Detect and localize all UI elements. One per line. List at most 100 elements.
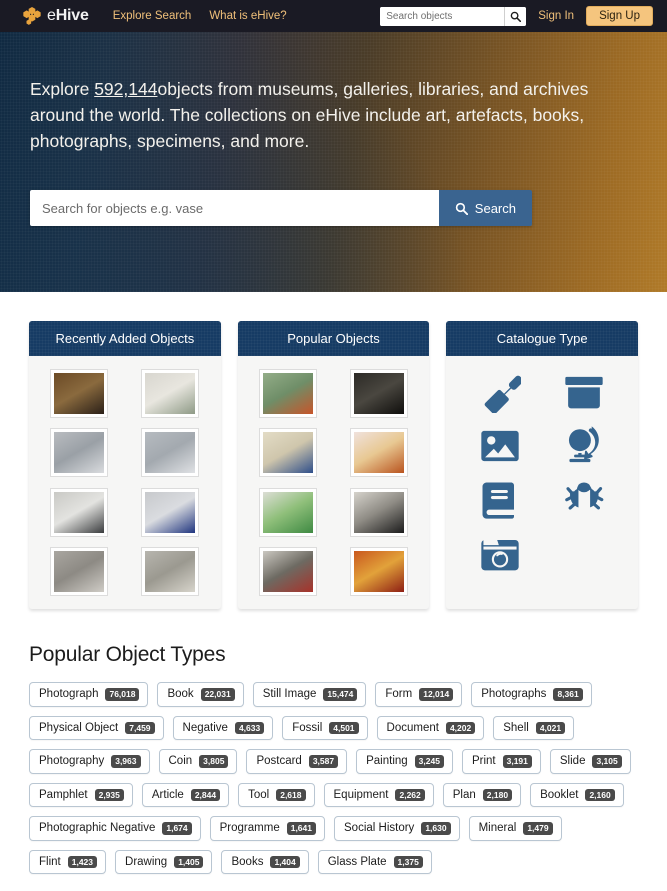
- object-type-tag-count: 4,202: [445, 721, 476, 734]
- object-type-tag-label: Form: [385, 688, 413, 701]
- object-type-tag-label: Slide: [559, 755, 586, 768]
- ehive-logo[interactable]: eHive: [22, 6, 89, 26]
- object-type-tag[interactable]: Shell 4,021: [493, 715, 575, 740]
- object-type-tag[interactable]: Books 1,404: [221, 849, 309, 874]
- object-type-tag[interactable]: Painting 3,245: [356, 749, 453, 774]
- object-type-tag[interactable]: Article 2,844: [141, 782, 230, 807]
- hero-search-input[interactable]: [30, 190, 439, 226]
- card-title-catalogue-type: Catalogue Type: [446, 321, 639, 356]
- object-type-tag-count: 3,245: [414, 755, 444, 768]
- globe-icon[interactable]: [562, 424, 606, 468]
- object-type-tag-label: Drawing: [125, 855, 168, 868]
- object-type-tag-label: Booklet: [540, 788, 579, 801]
- object-type-tag[interactable]: Physical Object 7,459: [29, 715, 164, 740]
- object-type-tag[interactable]: Photography 3,963: [29, 749, 150, 774]
- object-type-tag-count: 1,423: [67, 855, 98, 868]
- object-type-tag-label: Postcard: [256, 755, 302, 768]
- archive-box-icon-glyph: [565, 376, 603, 409]
- sign-in-link[interactable]: Sign In: [538, 10, 574, 22]
- object-type-tag[interactable]: Document 4,202: [376, 715, 485, 740]
- header-search-input[interactable]: [380, 6, 505, 26]
- book-icon[interactable]: [478, 478, 522, 522]
- recently-added-thumbnail-grid: [29, 356, 221, 609]
- object-thumbnail[interactable]: [350, 370, 407, 418]
- object-type-tag[interactable]: Photograph 76,018: [29, 682, 149, 707]
- object-type-tag[interactable]: Photographs 8,361: [471, 682, 592, 707]
- object-type-tag-label: Print: [471, 755, 496, 768]
- object-type-tag[interactable]: Still Image 15,474: [252, 682, 367, 707]
- photo-image-icon[interactable]: [478, 424, 522, 468]
- insect-bug-icon[interactable]: [562, 478, 606, 522]
- object-type-tag[interactable]: Pamphlet 2,935: [29, 782, 133, 807]
- trowel-icon[interactable]: [478, 370, 522, 414]
- book-icon-glyph: [482, 482, 515, 519]
- object-type-tag[interactable]: Postcard 3,587: [246, 749, 348, 774]
- object-type-tag[interactable]: Negative 4,633: [172, 715, 274, 740]
- object-type-tag-label: Document: [386, 721, 439, 734]
- object-type-tag[interactable]: Plan 2,180: [442, 782, 522, 807]
- catalogue-type-icon-grid: [446, 356, 638, 609]
- object-type-tag[interactable]: Print 3,191: [461, 749, 541, 774]
- object-type-tag[interactable]: Mineral 1,479: [468, 816, 562, 841]
- object-type-tag[interactable]: Photographic Negative 1,674: [29, 816, 201, 841]
- object-type-tag[interactable]: Equipment 2,262: [323, 782, 434, 807]
- object-thumbnail[interactable]: [260, 547, 317, 595]
- object-type-tag[interactable]: Tool 2,618: [238, 782, 315, 807]
- archive-box-icon[interactable]: [562, 370, 606, 414]
- object-type-tag-count: 2,618: [276, 788, 306, 801]
- object-thumbnail[interactable]: [51, 370, 108, 418]
- object-thumbnail[interactable]: [51, 429, 108, 477]
- object-type-tag[interactable]: Form 12,014: [375, 682, 463, 707]
- object-thumbnail[interactable]: [260, 370, 317, 418]
- object-thumbnail[interactable]: [142, 370, 199, 418]
- object-type-tag[interactable]: Booklet 2,160: [530, 782, 624, 807]
- object-thumbnail[interactable]: [350, 547, 407, 595]
- object-thumbnail[interactable]: [51, 488, 108, 536]
- object-type-tag-label: Book: [167, 688, 194, 701]
- header-search-button[interactable]: [504, 6, 527, 26]
- object-type-tag-label: Tool: [248, 788, 270, 801]
- object-thumbnail[interactable]: [350, 429, 407, 477]
- hero-search-button-label: Search: [474, 200, 516, 216]
- object-type-tag-count: 3,805: [199, 755, 229, 768]
- object-type-tag[interactable]: Fossil 4,501: [282, 715, 368, 740]
- object-type-tag-count: 2,935: [94, 788, 124, 801]
- object-thumbnail[interactable]: [142, 547, 199, 595]
- object-type-tag-label: Photography: [39, 755, 105, 768]
- object-type-tag[interactable]: Flint 1,423: [29, 849, 107, 874]
- globe-icon-glyph: [569, 426, 599, 463]
- hero-search-button[interactable]: Search: [438, 190, 532, 226]
- object-type-tag[interactable]: Social History 1,630: [334, 816, 460, 841]
- insect-bug-icon-glyph: [565, 482, 604, 510]
- object-type-tag[interactable]: Programme 1,641: [209, 816, 325, 841]
- nav-link-explore-search[interactable]: Explore Search: [113, 10, 192, 22]
- object-type-tag-count: 15,474: [323, 688, 358, 701]
- object-thumbnail[interactable]: [142, 429, 199, 477]
- object-type-tag-label: Coin: [168, 755, 193, 768]
- nav-link-what-is-ehive[interactable]: What is eHive?: [209, 10, 286, 22]
- object-thumbnail[interactable]: [260, 429, 317, 477]
- sign-up-button[interactable]: Sign Up: [586, 6, 653, 26]
- card-title-recently-added: Recently Added Objects: [29, 321, 221, 356]
- object-type-tag-count: 2,844: [190, 788, 221, 801]
- object-type-tag[interactable]: Coin 3,805: [158, 749, 238, 774]
- object-thumbnail[interactable]: [260, 488, 317, 536]
- camera-icon[interactable]: [478, 532, 522, 576]
- object-thumbnail[interactable]: [51, 547, 108, 595]
- search-icon: [510, 11, 522, 22]
- object-type-tag-count: 4,021: [535, 721, 566, 734]
- object-thumbnail[interactable]: [350, 488, 407, 536]
- object-type-tag-label: Flint: [39, 855, 61, 868]
- object-type-tag-count: 12,014: [419, 688, 454, 701]
- object-type-tag-label: Glass Plate: [327, 855, 387, 868]
- object-type-tag-label: Photographic Negative: [39, 822, 156, 835]
- object-thumbnail[interactable]: [142, 488, 199, 536]
- top-navigation-bar: eHive Explore Search What is eHive? Sign…: [0, 0, 667, 32]
- object-type-tag-label: Pamphlet: [39, 788, 88, 801]
- object-type-tag-label: Physical Object: [39, 721, 119, 734]
- object-type-tag[interactable]: Drawing 1,405: [115, 849, 213, 874]
- object-type-tag[interactable]: Slide 3,105: [549, 749, 631, 774]
- object-type-tag[interactable]: Book 22,031: [157, 682, 244, 707]
- object-type-tag[interactable]: Glass Plate 1,375: [317, 849, 432, 874]
- feature-card-row: Recently Added Objects Popular Objects C…: [0, 292, 667, 609]
